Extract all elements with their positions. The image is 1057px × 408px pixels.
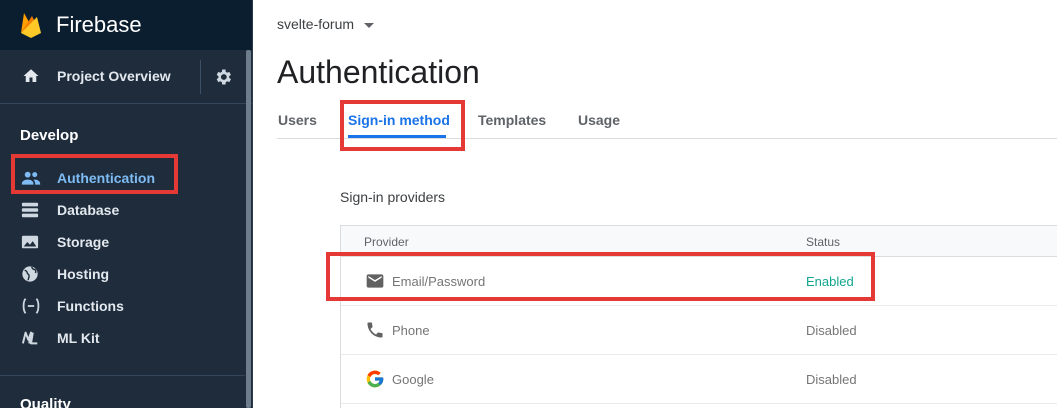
- sidebar-item-hosting[interactable]: Hosting: [0, 260, 245, 288]
- provider-status: Disabled: [806, 323, 857, 338]
- sidebar: Firebase Project Overview Develop Authen…: [0, 0, 253, 408]
- sidebar-item-label: Database: [57, 202, 120, 218]
- phone-icon: [365, 320, 385, 340]
- table-row[interactable]: Phone Disabled: [341, 306, 1057, 355]
- page-title: Authentication: [277, 54, 480, 90]
- provider-name: Google: [392, 372, 434, 387]
- section-quality: Quality: [20, 396, 71, 408]
- table-row[interactable]: Google Disabled: [341, 355, 1057, 404]
- column-header-status: Status: [806, 235, 841, 249]
- google-icon: [365, 369, 385, 389]
- sidebar-item-label: Storage: [57, 234, 110, 250]
- firebase-logo-icon: [20, 11, 42, 44]
- highlight-box-email-password: [326, 252, 875, 301]
- globe-icon: [21, 265, 41, 283]
- gear-icon[interactable]: [213, 67, 233, 92]
- sidebar-item-label: ML Kit: [57, 330, 100, 346]
- sidebar-item-ml-kit[interactable]: ML Kit: [0, 324, 245, 352]
- sidebar-item-database[interactable]: Database: [0, 196, 245, 224]
- functions-icon: [21, 297, 41, 315]
- highlight-box-authentication: [11, 154, 178, 194]
- tab-usage[interactable]: Usage: [578, 112, 620, 128]
- sidebar-item-storage[interactable]: Storage: [0, 228, 245, 256]
- project-overview-label: Project Overview: [57, 68, 171, 84]
- tab-users[interactable]: Users: [278, 112, 317, 128]
- divider: [200, 60, 201, 94]
- mlkit-icon: [21, 329, 41, 347]
- sidebar-item-label: Hosting: [57, 266, 110, 282]
- caret-down-icon: [364, 22, 375, 28]
- divider: [0, 375, 245, 376]
- brand-bar[interactable]: Firebase: [0, 0, 253, 50]
- brand-name: Firebase: [56, 12, 142, 37]
- sidebar-item-functions[interactable]: Functions: [0, 292, 245, 320]
- sidebar-item-label: Functions: [57, 298, 124, 314]
- section-develop: Develop: [20, 127, 79, 144]
- project-overview[interactable]: Project Overview: [0, 50, 253, 104]
- database-icon: [21, 201, 41, 219]
- project-selector[interactable]: svelte-forum: [277, 16, 375, 32]
- project-name: svelte-forum: [277, 16, 355, 32]
- highlight-box-sign-in-method: [340, 100, 465, 151]
- provider-name: Phone: [392, 323, 430, 338]
- provider-status: Disabled: [806, 372, 857, 387]
- tab-templates[interactable]: Templates: [478, 112, 546, 128]
- home-icon: [22, 67, 40, 90]
- sidebar-scrollbar[interactable]: [246, 50, 251, 408]
- storage-icon: [21, 233, 41, 251]
- section-title: Sign-in providers: [340, 189, 446, 205]
- column-header-provider: Provider: [364, 235, 409, 249]
